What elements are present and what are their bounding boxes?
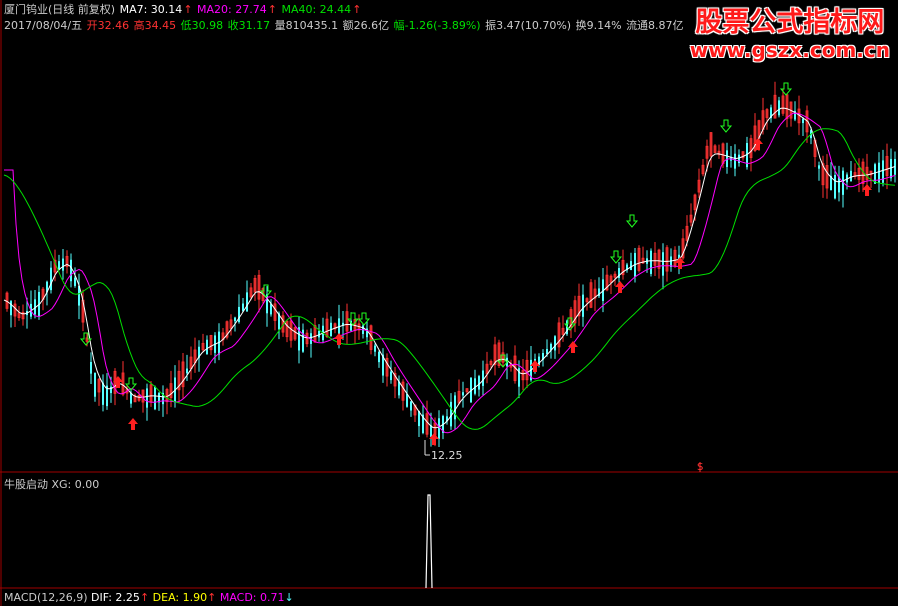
down-arrow-icon: ↓ bbox=[284, 591, 294, 604]
candle-body bbox=[454, 395, 456, 420]
up-arrow-icon: ↑ bbox=[267, 3, 277, 16]
indicator-spike bbox=[425, 494, 433, 589]
candle-body bbox=[734, 153, 736, 169]
up-arrow-icon: ↑ bbox=[352, 3, 362, 16]
candle-body bbox=[246, 292, 248, 312]
stock-name: 厦门钨业(日线 前复权) bbox=[4, 3, 116, 16]
candle-body bbox=[554, 336, 556, 351]
low-price-label: 12.25 bbox=[431, 449, 463, 462]
float-label: 流通8.87亿 bbox=[626, 19, 684, 32]
buy-arrow-icon bbox=[568, 341, 578, 353]
macd-name: MACD(12,26,9) bbox=[4, 591, 88, 604]
candle-body bbox=[234, 317, 236, 322]
candle-body bbox=[874, 164, 876, 184]
close-label: 收31.17 bbox=[227, 19, 271, 32]
candle-body bbox=[186, 368, 188, 374]
candle-body bbox=[462, 392, 464, 396]
candle-body bbox=[650, 250, 652, 274]
candle-body bbox=[90, 362, 92, 374]
ma20-label: MA20: 27.74 bbox=[197, 3, 267, 16]
candle-body bbox=[50, 267, 52, 291]
candle-body bbox=[802, 118, 804, 124]
up-arrow-icon: ↑ bbox=[183, 3, 193, 16]
candle-body bbox=[102, 382, 104, 405]
candle-body bbox=[850, 170, 852, 182]
candle-body bbox=[390, 371, 392, 381]
date-label: 2017/08/04/五 bbox=[4, 19, 83, 32]
candle-body bbox=[94, 372, 96, 397]
ma7-label: MA7: 30.14 bbox=[119, 3, 183, 16]
high-label: 高34.45 bbox=[133, 19, 177, 32]
change-label: 幅-1.26(-3.89%) bbox=[393, 19, 481, 32]
watermark-title: 股票公式指标网 bbox=[695, 7, 885, 38]
candle-body bbox=[482, 370, 484, 386]
sell-arrow-icon bbox=[609, 250, 623, 264]
candle-body bbox=[582, 294, 584, 317]
watermark: 股票公式指标网 www.gszx.com.cn bbox=[689, 7, 890, 63]
sell-arrow-icon bbox=[346, 312, 360, 326]
chart-canvas[interactable]: S bbox=[0, 0, 898, 606]
candle-body bbox=[410, 401, 412, 411]
candle-body bbox=[430, 425, 432, 437]
indicator-title: 牛股启动 XG: 0.00 bbox=[4, 478, 100, 491]
candle-body bbox=[478, 376, 480, 390]
candle-body bbox=[818, 165, 820, 169]
header-line-1: 厦门钨业(日线 前复权) MA7: 30.14↑ MA20: 27.74↑ MA… bbox=[4, 3, 362, 16]
ma40-label: MA40: 24.44 bbox=[281, 3, 352, 16]
open-label: 开32.46 bbox=[86, 19, 130, 32]
candle-body bbox=[58, 261, 60, 270]
sell-arrow-icon bbox=[719, 119, 733, 133]
turnover-label: 换9.14% bbox=[575, 19, 622, 32]
low-label: 低30.98 bbox=[180, 19, 224, 32]
ma40-line bbox=[3, 128, 896, 430]
header-line-2: 2017/08/04/五 开32.46 高34.45 低30.98 收31.17… bbox=[4, 19, 685, 32]
candle-body bbox=[662, 252, 664, 276]
macd-dif: DIF: 2.25 bbox=[91, 591, 140, 604]
candle-body bbox=[890, 158, 892, 179]
candle-body bbox=[834, 174, 836, 199]
ma20-line bbox=[4, 112, 896, 434]
candle-body bbox=[74, 277, 76, 286]
buy-arrow-icon bbox=[128, 418, 138, 430]
candle-body bbox=[206, 339, 208, 355]
candle-body bbox=[110, 386, 112, 394]
amount-label: 额26.6亿 bbox=[342, 19, 390, 32]
candle-body bbox=[778, 100, 780, 116]
macd-bar: MACD(12,26,9) DIF: 2.25↑ DEA: 1.90↑ MACD… bbox=[4, 591, 294, 604]
volume-label: 量810435.1 bbox=[274, 19, 339, 32]
watermark-url: www.gszx.com.cn bbox=[689, 38, 890, 62]
amplitude-label: 振3.47(10.70%) bbox=[485, 19, 572, 32]
candle-body bbox=[62, 258, 64, 271]
candle-body bbox=[374, 345, 376, 352]
macd-value: MACD: 0.71 bbox=[219, 591, 285, 604]
candle-body bbox=[378, 351, 380, 363]
up-arrow-icon: ↑ bbox=[139, 591, 150, 604]
macd-dea: DEA: 1.90 bbox=[152, 591, 208, 604]
buy-arrow-icon bbox=[615, 281, 625, 293]
candle-body bbox=[406, 393, 408, 407]
candle-body bbox=[438, 418, 440, 439]
candle-body bbox=[738, 154, 740, 164]
candle-body bbox=[630, 261, 632, 271]
candle-body bbox=[474, 378, 476, 394]
up-arrow-icon: ↑ bbox=[207, 591, 217, 604]
candle-body bbox=[70, 259, 72, 282]
ma7-line bbox=[3, 107, 896, 429]
sell-arrow-icon bbox=[625, 214, 639, 228]
candle-body bbox=[154, 386, 156, 410]
candle-body bbox=[146, 388, 148, 408]
